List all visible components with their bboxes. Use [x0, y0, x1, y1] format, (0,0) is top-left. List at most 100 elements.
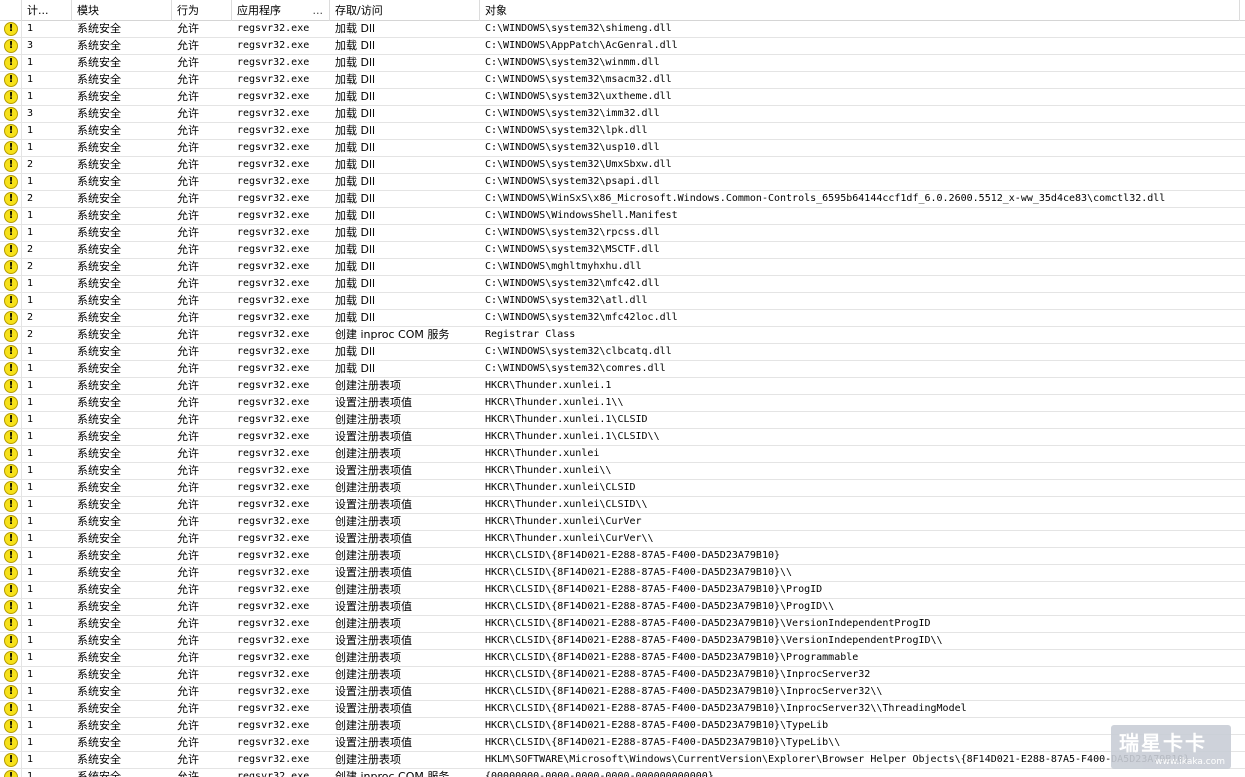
row-object: HKCR\CLSID\{8F14D021-E288-87A5-F400-DA5D… — [485, 652, 859, 663]
warning-icon: ! — [4, 413, 18, 427]
warning-icon: ! — [4, 430, 18, 444]
row-object: HKCR\Thunder.xunlei\CurVer — [485, 516, 642, 527]
row-icon-cell: ! — [0, 123, 22, 139]
table-row[interactable]: ! 1 系统安全 允许 regsvr32.exe 创建注册表项 HKCR\CLSID\{8F… — [0, 667, 1245, 684]
table-row[interactable]: ! 1 系统安全 允许 regsvr32.exe 创建注册表项 HKCR\Thunder.x… — [0, 378, 1245, 395]
table-row[interactable]: ! 1 系统安全 允许 regsvr32.exe 创建注册表项 HKCR\Thunder.x… — [0, 412, 1245, 429]
row-icon-cell: ! — [0, 650, 22, 666]
table-row[interactable]: ! 1 系统安全 允许 regsvr32.exe 加载 Dll C:\WINDOWS\sys… — [0, 344, 1245, 361]
row-action: 允许 — [177, 634, 199, 647]
row-icon-cell: ! — [0, 735, 22, 751]
row-access: 加载 Dll — [335, 362, 376, 375]
table-row[interactable]: ! 1 系统安全 允许 regsvr32.exe 加载 Dll C:\WINDOWS\sys… — [0, 55, 1245, 72]
row-object: C:\WINDOWS\system32\mfc42loc.dll — [485, 312, 678, 323]
row-module: 系统安全 — [77, 396, 121, 409]
table-row[interactable]: ! 1 系统安全 允许 regsvr32.exe 设置注册表项值 HKCR\CLSID\{8… — [0, 633, 1245, 650]
row-action: 允许 — [177, 447, 199, 460]
table-row[interactable]: ! 1 系统安全 允许 regsvr32.exe 加载 Dll C:\WINDOWS\sys… — [0, 21, 1245, 38]
row-application: regsvr32.exe — [237, 720, 310, 731]
row-module: 系统安全 — [77, 600, 121, 613]
table-row[interactable]: ! 1 系统安全 允许 regsvr32.exe 加载 Dll C:\WINDOWS\sys… — [0, 89, 1245, 106]
column-header-count[interactable]: 计... — [22, 0, 72, 21]
row-access: 加载 Dll — [335, 90, 376, 103]
column-header-bar: 计... 模块 行为 应用程序... 存取/访问 对象 — [0, 0, 1245, 21]
table-row[interactable]: ! 1 系统安全 允许 regsvr32.exe 创建注册表项 HKCR\CLSID\{8F… — [0, 548, 1245, 565]
table-row[interactable]: ! 1 系统安全 允许 regsvr32.exe 设置注册表项值 HKCR\Thunder.… — [0, 531, 1245, 548]
warning-icon: ! — [4, 22, 18, 36]
security-log-list[interactable]: 计... 模块 行为 应用程序... 存取/访问 对象 ! 1 系统安全 允许 regs… — [0, 0, 1245, 777]
table-row[interactable]: ! 1 系统安全 允许 regsvr32.exe 创建注册表项 HKCR\Thunder.x… — [0, 446, 1245, 463]
warning-icon: ! — [4, 396, 18, 410]
row-module: 系统安全 — [77, 362, 121, 375]
table-row[interactable]: ! 1 系统安全 允许 regsvr32.exe 创建注册表项 HKCR\Thunder.x… — [0, 514, 1245, 531]
row-application: regsvr32.exe — [237, 261, 310, 272]
table-row[interactable]: ! 1 系统安全 允许 regsvr32.exe 设置注册表项值 HKCR\CLSID\{8… — [0, 735, 1245, 752]
row-object: HKCR\CLSID\{8F14D021-E288-87A5-F400-DA5D… — [485, 601, 835, 612]
table-row[interactable]: ! 1 系统安全 允许 regsvr32.exe 创建注册表项 HKCR\Thunder.x… — [0, 480, 1245, 497]
table-row[interactable]: ! 1 系统安全 允许 regsvr32.exe 设置注册表项值 HKCR\Thunder.… — [0, 395, 1245, 412]
row-count: 1 — [27, 210, 34, 221]
row-icon-cell: ! — [0, 327, 22, 343]
column-header-icon[interactable] — [0, 0, 22, 21]
row-module: 系统安全 — [77, 736, 121, 749]
table-row[interactable]: ! 1 系统安全 允许 regsvr32.exe 创建注册表项 HKCR\CLSID\{8F… — [0, 616, 1245, 633]
table-row[interactable]: ! 1 系统安全 允许 regsvr32.exe 加载 Dll C:\WINDOWS\sys… — [0, 140, 1245, 157]
row-module: 系统安全 — [77, 175, 121, 188]
table-row[interactable]: ! 2 系统安全 允许 regsvr32.exe 加载 Dll C:\WINDOWS\sys… — [0, 242, 1245, 259]
table-row[interactable]: ! 2 系统安全 允许 regsvr32.exe 创建 inproc COM 服务 Regi… — [0, 327, 1245, 344]
column-header-module[interactable]: 模块 — [72, 0, 172, 21]
table-row[interactable]: ! 1 系统安全 允许 regsvr32.exe 创建注册表项 HKLM\SOFTWARE\… — [0, 752, 1245, 769]
table-row[interactable]: ! 2 系统安全 允许 regsvr32.exe 加载 Dll C:\WINDOWS\sys… — [0, 310, 1245, 327]
row-application: regsvr32.exe — [237, 754, 310, 765]
row-access: 加载 Dll — [335, 124, 376, 137]
table-row[interactable]: ! 1 系统安全 允许 regsvr32.exe 设置注册表项值 HKCR\Thunder.… — [0, 429, 1245, 446]
row-icon-cell: ! — [0, 412, 22, 428]
table-row[interactable]: ! 1 系统安全 允许 regsvr32.exe 加载 Dll C:\WINDOWS\sys… — [0, 361, 1245, 378]
row-application: regsvr32.exe — [237, 227, 310, 238]
table-row[interactable]: ! 1 系统安全 允许 regsvr32.exe 加载 Dll C:\WINDOWS\sys… — [0, 123, 1245, 140]
table-row[interactable]: ! 1 系统安全 允许 regsvr32.exe 设置注册表项值 HKCR\CLSID\{8… — [0, 565, 1245, 582]
table-row[interactable]: ! 1 系统安全 允许 regsvr32.exe 创建注册表项 HKCR\CLSID\{8F… — [0, 650, 1245, 667]
table-row[interactable]: ! 1 系统安全 允许 regsvr32.exe 设置注册表项值 HKCR\Thunder.… — [0, 497, 1245, 514]
table-row[interactable]: ! 1 系统安全 允许 regsvr32.exe 加载 Dll C:\WINDOWS\Win… — [0, 208, 1245, 225]
column-header-app[interactable]: 应用程序... — [232, 0, 330, 21]
row-count: 1 — [27, 720, 34, 731]
table-row[interactable]: ! 2 系统安全 允许 regsvr32.exe 加载 Dll C:\WINDOWS\Win… — [0, 191, 1245, 208]
table-row[interactable]: ! 1 系统安全 允许 regsvr32.exe 加载 Dll C:\WINDOWS\sys… — [0, 174, 1245, 191]
row-icon-cell: ! — [0, 769, 22, 777]
table-row[interactable]: ! 1 系统安全 允许 regsvr32.exe 加载 Dll C:\WINDOWS\sys… — [0, 72, 1245, 89]
row-action: 允许 — [177, 328, 199, 341]
table-row[interactable]: ! 3 系统安全 允许 regsvr32.exe 加载 Dll C:\WINDOWS\App… — [0, 38, 1245, 55]
table-row[interactable]: ! 2 系统安全 允许 regsvr32.exe 加载 Dll C:\WINDOWS\sys… — [0, 157, 1245, 174]
column-header-access[interactable]: 存取/访问 — [330, 0, 480, 21]
row-access: 加载 Dll — [335, 56, 376, 69]
table-row[interactable]: ! 3 系统安全 允许 regsvr32.exe 加载 Dll C:\WINDOWS\sys… — [0, 106, 1245, 123]
warning-icon: ! — [4, 328, 18, 342]
table-row[interactable]: ! 1 系统安全 允许 regsvr32.exe 设置注册表项值 HKCR\CLSID\{8… — [0, 701, 1245, 718]
row-application: regsvr32.exe — [237, 363, 310, 374]
row-application: regsvr32.exe — [237, 193, 310, 204]
row-object: C:\WINDOWS\mghltmyhxhu.dll — [485, 261, 642, 272]
row-action: 允许 — [177, 379, 199, 392]
table-row[interactable]: ! 1 系统安全 允许 regsvr32.exe 创建 inproc COM 服务 {000… — [0, 769, 1245, 777]
table-row[interactable]: ! 1 系统安全 允许 regsvr32.exe 设置注册表项值 HKCR\Thunder.… — [0, 463, 1245, 480]
table-row[interactable]: ! 1 系统安全 允许 regsvr32.exe 加载 Dll C:\WINDOWS\sys… — [0, 293, 1245, 310]
warning-icon: ! — [4, 651, 18, 665]
row-action: 允许 — [177, 277, 199, 290]
row-module: 系统安全 — [77, 515, 121, 528]
row-count: 2 — [27, 312, 34, 323]
column-header-action[interactable]: 行为 — [172, 0, 232, 21]
table-row[interactable]: ! 1 系统安全 允许 regsvr32.exe 设置注册表项值 HKCR\CLSID\{8… — [0, 599, 1245, 616]
table-row[interactable]: ! 1 系统安全 允许 regsvr32.exe 创建注册表项 HKCR\CLSID\{8F… — [0, 718, 1245, 735]
table-row[interactable]: ! 2 系统安全 允许 regsvr32.exe 加载 Dll C:\WINDOWS\mgh… — [0, 259, 1245, 276]
warning-icon: ! — [4, 39, 18, 53]
row-count: 1 — [27, 465, 34, 476]
table-row[interactable]: ! 1 系统安全 允许 regsvr32.exe 加载 Dll C:\WINDOWS\sys… — [0, 225, 1245, 242]
warning-icon: ! — [4, 617, 18, 631]
table-row[interactable]: ! 1 系统安全 允许 regsvr32.exe 创建注册表项 HKCR\CLSID\{8F… — [0, 582, 1245, 599]
row-count: 1 — [27, 618, 34, 629]
column-header-object[interactable]: 对象 — [480, 0, 1240, 21]
table-row[interactable]: ! 1 系统安全 允许 regsvr32.exe 加载 Dll C:\WINDOWS\sys… — [0, 276, 1245, 293]
row-application: regsvr32.exe — [237, 159, 310, 170]
table-row[interactable]: ! 1 系统安全 允许 regsvr32.exe 设置注册表项值 HKCR\CLSID\{8… — [0, 684, 1245, 701]
